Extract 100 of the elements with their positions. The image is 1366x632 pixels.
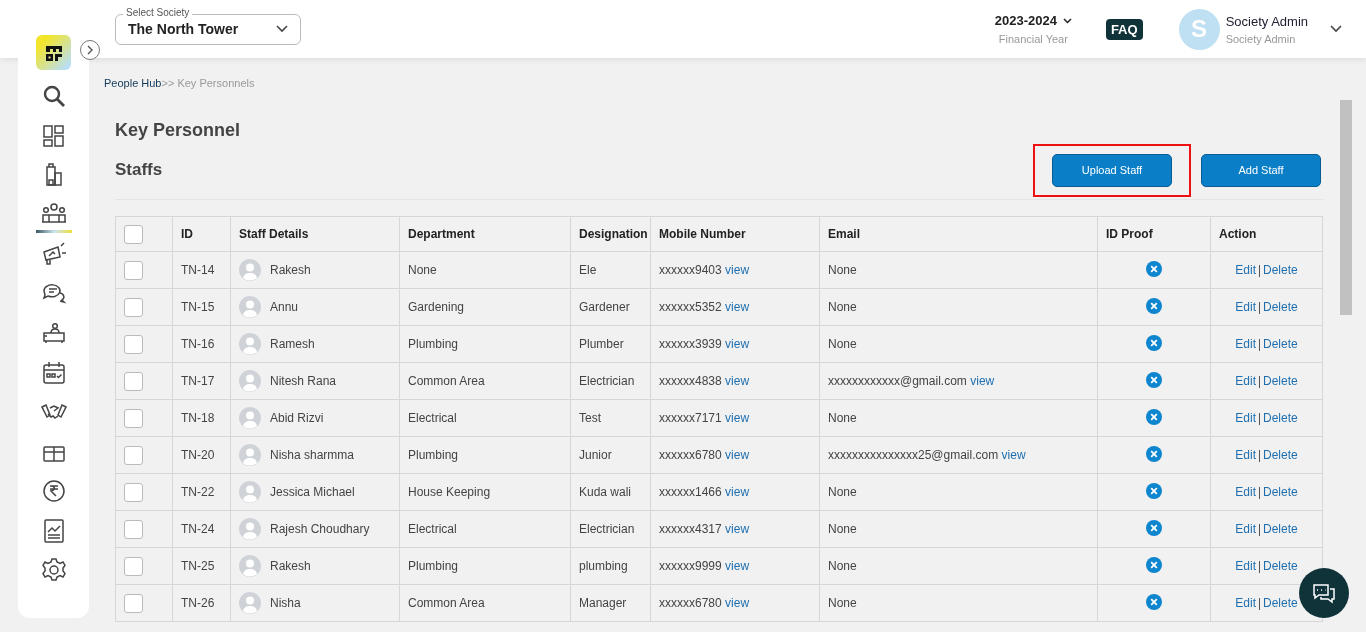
megaphone-icon [40,241,67,267]
edit-link[interactable]: Edit [1235,300,1256,314]
view-link[interactable]: view [725,411,750,425]
edit-link[interactable]: Edit [1235,411,1256,425]
delete-link[interactable]: Delete [1263,559,1298,573]
calendar-icon [40,359,67,386]
breadcrumb-current: >> Key Personnels [161,77,255,89]
avatar-icon [239,444,261,466]
table-cell: Manager [570,584,651,622]
table-cell: Electrician [570,510,651,548]
view-link[interactable]: view [725,596,750,610]
view-link[interactable]: view [725,559,750,573]
scrollbar-thumb[interactable] [1340,100,1352,315]
view-link[interactable]: view [725,448,750,462]
view-link[interactable]: view [725,485,750,499]
row-checkbox[interactable] [124,371,143,391]
delete-link[interactable]: Delete [1263,448,1298,462]
table-cell: None [399,251,571,289]
add-staff-button[interactable]: Add Staff [1201,153,1321,187]
delete-link[interactable]: Delete [1263,411,1298,425]
masked-mobile: xxxxxx6780 [659,596,722,610]
row-checkbox[interactable] [124,297,143,317]
view-link[interactable]: view [725,337,750,351]
view-link[interactable]: view [725,522,750,536]
delete-link[interactable]: Delete [1263,596,1298,610]
edit-link[interactable]: Edit [1235,337,1256,351]
staff-name: Rakesh [270,559,311,573]
staff-name: Abid Rizvi [270,411,324,425]
edit-link[interactable]: Edit [1235,374,1256,388]
delete-link[interactable]: Delete [1263,374,1298,388]
email-text: xxxxxxxxxxxx@gmail.com [828,374,967,388]
delete-link[interactable]: Delete [1263,263,1298,277]
upload-staff-button[interactable]: Upload Staff [1052,153,1172,187]
edit-link[interactable]: Edit [1235,522,1256,536]
chevron-down-icon [1062,17,1072,24]
table-cell: Common Area [399,362,571,400]
column-header: Staff Details [230,216,400,252]
masked-mobile: xxxxxx3939 [659,337,722,351]
user-role: Society Admin [1225,32,1297,45]
table-cell: Electrical [399,510,571,548]
row-checkbox[interactable] [124,445,143,465]
column-header: Mobile Number [650,216,820,252]
faq-button[interactable]: FAQ [1105,18,1143,40]
edit-link[interactable]: Edit [1235,263,1256,277]
staff-name: Nisha sharmma [270,448,355,462]
view-link[interactable]: view [725,374,750,388]
staff-name: Rakesh [270,263,311,277]
breadcrumb-link[interactable]: People Hub [104,77,162,89]
edit-link[interactable]: Edit [1235,448,1256,462]
row-checkbox[interactable] [124,519,143,539]
financial-year-caption: Financial Year [998,33,1068,45]
view-link[interactable]: view [725,263,750,277]
delete-link[interactable]: Delete [1263,522,1298,536]
row-checkbox[interactable] [124,482,143,502]
avatar-icon [239,296,261,318]
chevron-down-icon [276,25,288,33]
table-cell: plumbing [570,547,651,585]
table-cell: Ele [570,251,651,289]
edit-link[interactable]: Edit [1235,596,1256,610]
staff-name: Rajesh Choudhary [270,522,370,536]
staff-name: Ramesh [270,337,315,351]
table-cell: TN-17 [172,362,231,400]
view-link[interactable]: view [1001,448,1026,462]
email-text: None [828,596,857,610]
row-checkbox[interactable] [124,334,143,354]
delete-link[interactable]: Delete [1263,485,1298,499]
avatar-icon [239,333,261,355]
expand-sidebar-button[interactable] [80,40,100,60]
table-cell: TN-15 [172,288,231,326]
row-checkbox[interactable] [124,556,143,576]
row-checkbox[interactable] [124,593,143,613]
table-cell: TN-24 [172,510,231,548]
delete-link[interactable]: Delete [1263,337,1298,351]
email-text: xxxxxxxxxxxxxxx25@gmail.com [828,448,999,462]
edit-link[interactable]: Edit [1235,485,1256,499]
app-logo-icon[interactable] [36,35,71,70]
avatar-icon [239,481,261,503]
table-cell: Kuda wali [570,473,651,511]
section-title: Staffs [115,160,163,180]
edit-link[interactable]: Edit [1235,559,1256,573]
table-cell: Gardening [399,288,571,326]
view-link[interactable]: view [725,300,750,314]
view-link[interactable]: view [970,374,995,388]
masked-mobile: xxxxxx1466 [659,485,722,499]
table-cell: Junior [570,436,651,474]
masked-mobile: xxxxxx9403 [659,263,722,277]
masked-mobile: xxxxxx6780 [659,448,722,462]
table-cell: Electrician [570,362,651,400]
page-title: Key Personnel [115,120,242,141]
staff-name: Annu [270,300,299,314]
delete-link[interactable]: Delete [1263,300,1298,314]
email-text: None [828,522,857,536]
table-cell: TN-14 [172,251,231,289]
chat-support-button[interactable] [1299,568,1349,618]
chevron-down-icon[interactable] [1330,25,1342,33]
column-header: Email [819,216,1098,252]
select-all-checkbox[interactable] [124,224,143,244]
row-checkbox[interactable] [124,260,143,280]
row-checkbox[interactable] [124,408,143,428]
financial-year-select[interactable]: 2023-2024 [994,13,1072,28]
